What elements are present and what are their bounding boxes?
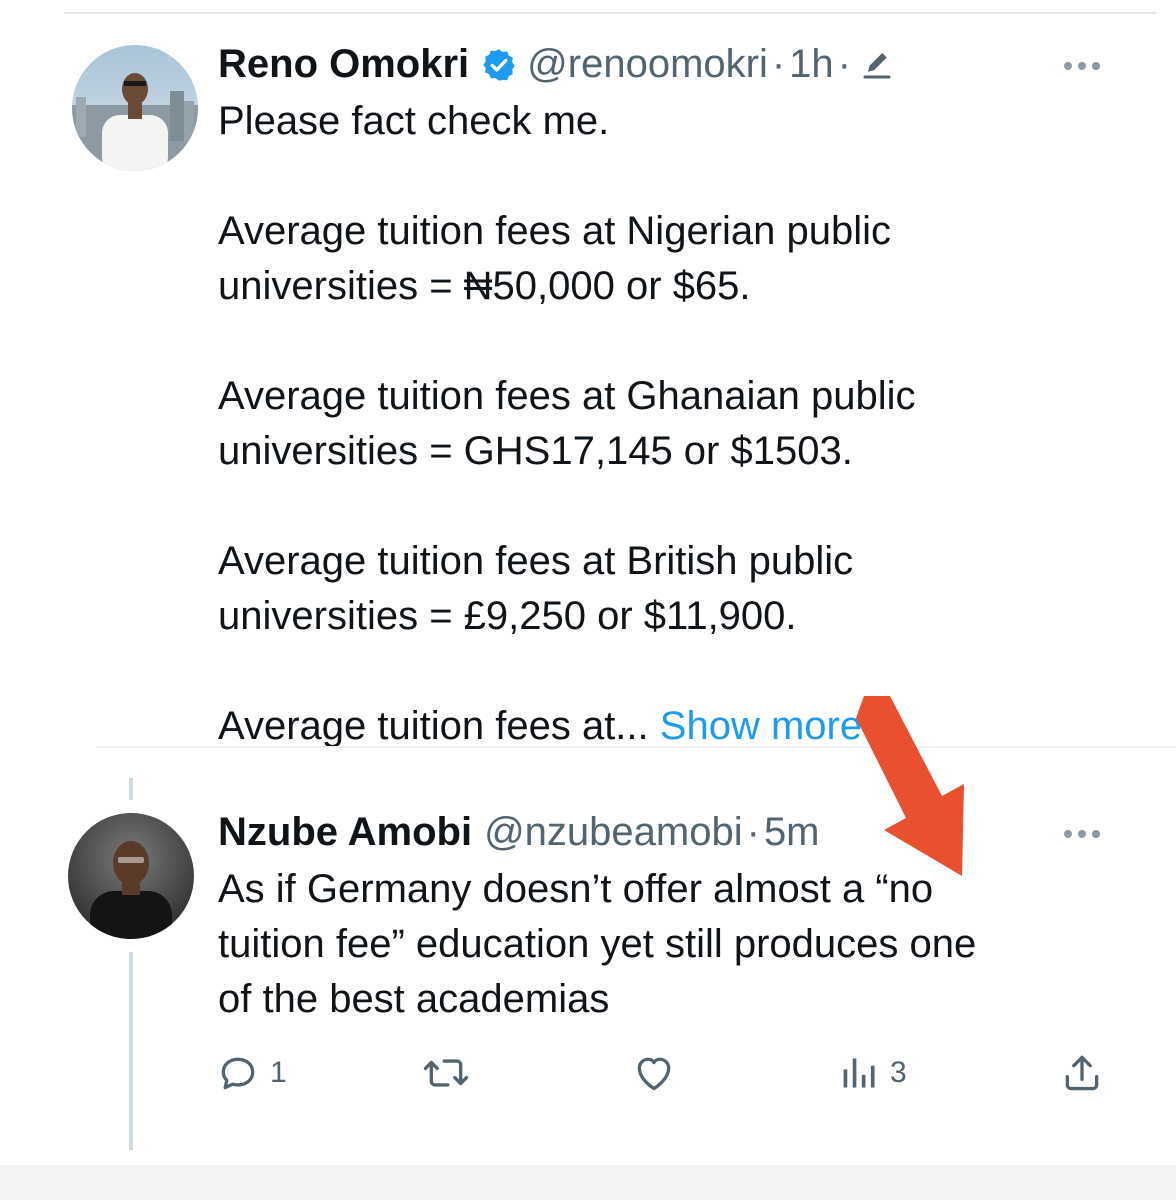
avatar-nzube-amobi[interactable]	[68, 813, 194, 939]
thread-connector	[129, 952, 133, 1150]
views-count: 3	[890, 1056, 907, 1089]
tweet-line: Please fact check me.	[218, 99, 610, 143]
tweet-line: Average tuition fees at British public	[218, 539, 854, 583]
tweet-line	[218, 149, 916, 204]
timestamp[interactable]: 1h	[789, 40, 834, 88]
tweet-header: Reno Omokri @renoomokri · 1h ·	[218, 40, 895, 88]
edit-icon[interactable]	[859, 46, 895, 82]
tweet-line	[218, 479, 916, 534]
section-divider	[96, 746, 1176, 748]
verified-badge-icon	[481, 46, 517, 82]
retweet-icon	[422, 1051, 470, 1095]
avatar-reno-omokri[interactable]	[72, 45, 198, 171]
separator-dot: ·	[837, 42, 851, 86]
more-options-icon[interactable]	[1062, 827, 1102, 839]
separator-dot: ·	[746, 810, 760, 854]
handle[interactable]: @renoomokri	[527, 40, 768, 88]
tweet-line: universities = ₦50,000 or $65.	[218, 264, 751, 308]
reply-button[interactable]: 1	[216, 1048, 287, 1098]
top-divider	[64, 12, 1156, 14]
thread-connector	[129, 778, 133, 800]
tweet-line-truncated: Average tuition fees at...	[218, 704, 649, 748]
tweet-line: universities = GHS17,145 or $1503.	[218, 429, 853, 473]
tweet-line: tuition fee” education yet still produce…	[218, 922, 977, 966]
views-button[interactable]: 3	[840, 1048, 907, 1098]
tweet-line	[218, 644, 916, 699]
handle[interactable]: @nzubeamobi	[484, 808, 743, 856]
share-icon	[1060, 1051, 1104, 1095]
reply-count: 1	[270, 1056, 287, 1089]
display-name[interactable]: Reno Omokri	[218, 40, 469, 88]
tweet-line: universities = £9,250 or $11,900.	[218, 594, 797, 638]
timestamp[interactable]: 5m	[764, 808, 820, 856]
tweet-text: Please fact check me. Average tuition fe…	[218, 94, 916, 754]
more-options-icon[interactable]	[1062, 59, 1102, 71]
display-name[interactable]: Nzube Amobi	[218, 808, 472, 856]
views-icon	[840, 1051, 880, 1095]
tweet-line: of the best academias	[218, 977, 610, 1021]
like-icon	[632, 1051, 676, 1095]
tweet-line: Average tuition fees at Ghanaian public	[218, 374, 916, 418]
separator-dot: ·	[771, 42, 786, 86]
tweet-line: Average tuition fees at Nigerian public	[218, 209, 892, 253]
tweet-line	[218, 314, 916, 369]
tweet-header: Nzube Amobi @nzubeamobi · 5m	[218, 808, 820, 856]
bottom-band	[0, 1165, 1176, 1200]
like-button[interactable]	[632, 1048, 686, 1098]
red-arrow-annotation	[830, 690, 990, 890]
share-button[interactable]	[1060, 1048, 1104, 1098]
reply-icon	[216, 1051, 260, 1095]
tweet-actions: 1 3	[216, 1048, 1116, 1098]
retweet-button[interactable]	[422, 1048, 480, 1098]
